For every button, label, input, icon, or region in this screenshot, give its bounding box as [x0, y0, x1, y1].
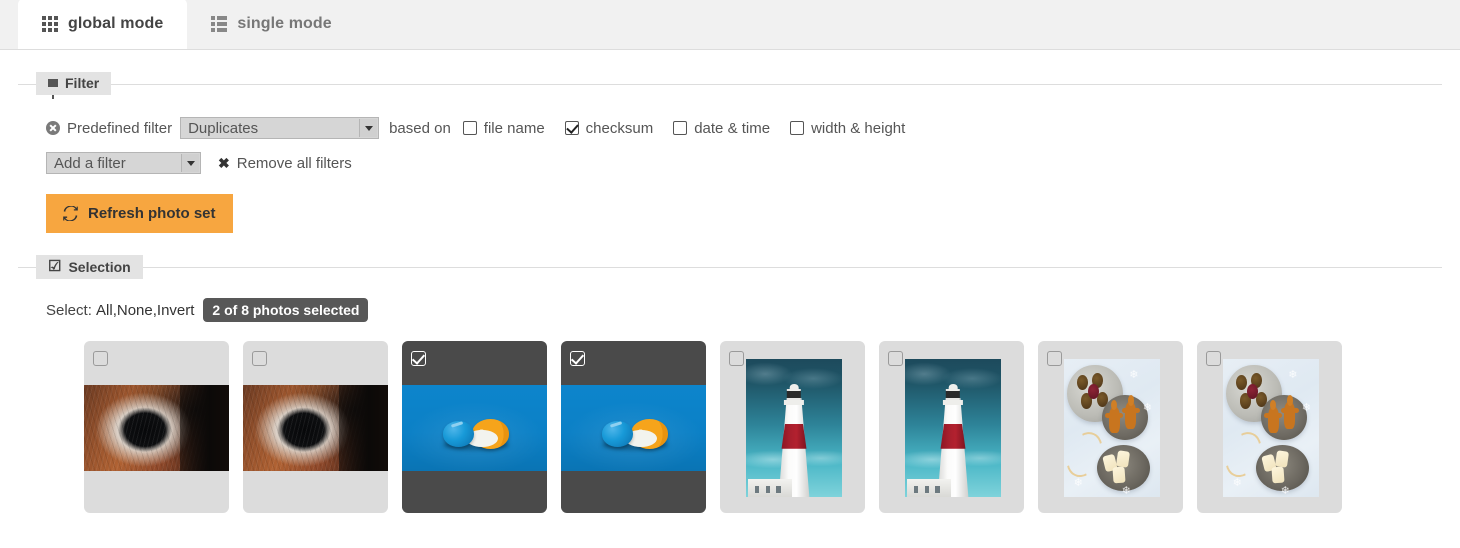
- criterion-file-name-label: file name: [483, 119, 545, 137]
- predefined-filter-value: Duplicates: [188, 119, 259, 137]
- criterion-date-time[interactable]: date & time: [673, 120, 770, 137]
- criterion-width-height[interactable]: width & height: [790, 120, 905, 137]
- criterion-file-name[interactable]: file name: [462, 119, 545, 137]
- select-none-link[interactable]: None: [117, 302, 153, 319]
- photo-image: [905, 359, 1001, 497]
- photo-select-checkbox[interactable]: [888, 351, 903, 366]
- selection-legend-label: Selection: [68, 258, 131, 275]
- add-filter-row: Add a filter ✖ Remove all filters: [46, 151, 1442, 175]
- predefined-filter-select[interactable]: Duplicates: [180, 117, 380, 139]
- refresh-photo-set-button[interactable]: Refresh photo set: [46, 194, 233, 233]
- photo-image: ❄ ❄ ❄ ❄: [1223, 359, 1319, 497]
- photo-thumbnail[interactable]: [720, 341, 865, 513]
- selection-legend: ☑ Selection: [36, 255, 143, 279]
- tab-single-mode-label: single mode: [237, 15, 332, 32]
- selection-count-badge: 2 of 8 photos selected: [203, 298, 369, 322]
- photo-image: [402, 385, 547, 471]
- photo-image: [243, 385, 388, 471]
- checkbox-icon: [673, 121, 688, 135]
- tab-single-mode[interactable]: single mode: [187, 0, 355, 49]
- photo-select-checkbox[interactable]: [1206, 351, 1221, 366]
- divider: [18, 267, 1442, 268]
- funnel-icon: [48, 79, 58, 99]
- filter-legend: Filter: [36, 72, 112, 99]
- photo-image: ❄ ❄ ❄ ❄: [1064, 359, 1160, 497]
- select-all-link[interactable]: All: [96, 302, 113, 319]
- chevron-down-icon: [359, 119, 378, 137]
- photo-thumbnail[interactable]: ❄ ❄ ❄ ❄: [1038, 341, 1183, 513]
- photo-select-checkbox[interactable]: [570, 351, 585, 366]
- filter-body: Predefined filter Duplicates based on fi…: [18, 98, 1442, 233]
- photo-thumbnail[interactable]: [84, 341, 229, 513]
- photo-thumbnail[interactable]: [879, 341, 1024, 513]
- x-icon: ✖: [218, 154, 230, 171]
- photo-thumbnail-grid: ❄ ❄ ❄ ❄ ❄ ❄ ❄ ❄: [46, 322, 1442, 513]
- checkbox-icon: ☑: [48, 258, 62, 275]
- criterion-width-height-label: width & height: [811, 119, 906, 137]
- photo-image: [746, 359, 842, 497]
- criterion-date-time-label: date & time: [694, 119, 771, 137]
- select-invert-link[interactable]: Invert: [157, 302, 195, 319]
- tab-global-mode-label: global mode: [68, 15, 164, 32]
- refresh-photo-set-label: Refresh photo set: [88, 205, 216, 222]
- sync-icon: [63, 206, 78, 221]
- checkbox-icon: [790, 121, 805, 135]
- photo-thumbnail[interactable]: [243, 341, 388, 513]
- selection-body: Select: All , None , Invert 2 of 8 photo…: [18, 281, 1442, 513]
- filter-legend-label: Filter: [65, 75, 100, 91]
- photo-select-checkbox[interactable]: [93, 351, 108, 366]
- divider: [18, 84, 1442, 85]
- add-filter-value: Add a filter: [54, 154, 126, 172]
- selection-section: ☑ Selection Select: All , None , Invert …: [18, 255, 1442, 513]
- select-label: Select:: [46, 301, 92, 319]
- photo-thumbnail[interactable]: [402, 341, 547, 513]
- grid-icon: [42, 16, 58, 32]
- photo-select-checkbox[interactable]: [729, 351, 744, 366]
- selection-legend-row: ☑ Selection: [18, 255, 1442, 281]
- filter-section: Filter Predefined filter Duplicates base…: [18, 72, 1442, 233]
- tab-global-mode[interactable]: global mode: [18, 0, 188, 49]
- mode-tabbar: global mode single mode: [0, 0, 1460, 50]
- criterion-checksum-label: checksum: [585, 119, 654, 137]
- add-filter-select[interactable]: Add a filter: [46, 152, 201, 174]
- remove-all-filters-button[interactable]: ✖ Remove all filters: [218, 155, 352, 172]
- based-on-label: based on: [389, 119, 451, 137]
- predefined-filter-label: Predefined filter: [67, 119, 173, 137]
- photo-select-checkbox[interactable]: [411, 351, 426, 366]
- photo-thumbnail[interactable]: [561, 341, 706, 513]
- criterion-checksum[interactable]: checksum: [564, 119, 654, 137]
- remove-all-filters-label: Remove all filters: [236, 154, 352, 172]
- list-icon: [211, 16, 228, 32]
- photo-thumbnail[interactable]: ❄ ❄ ❄ ❄: [1197, 341, 1342, 513]
- checkbox-checked-icon: [564, 121, 579, 135]
- filter-legend-row: Filter: [18, 72, 1442, 99]
- remove-circle-icon[interactable]: [46, 121, 60, 135]
- predefined-filter-row: Predefined filter Duplicates based on fi…: [46, 116, 1442, 140]
- checkbox-icon: [462, 121, 477, 135]
- photo-image: [84, 385, 229, 471]
- photo-select-checkbox[interactable]: [252, 351, 267, 366]
- select-actions-row: Select: All , None , Invert 2 of 8 photo…: [46, 298, 1442, 322]
- photo-image: [561, 385, 706, 471]
- photo-select-checkbox[interactable]: [1047, 351, 1062, 366]
- chevron-down-icon: [181, 154, 199, 172]
